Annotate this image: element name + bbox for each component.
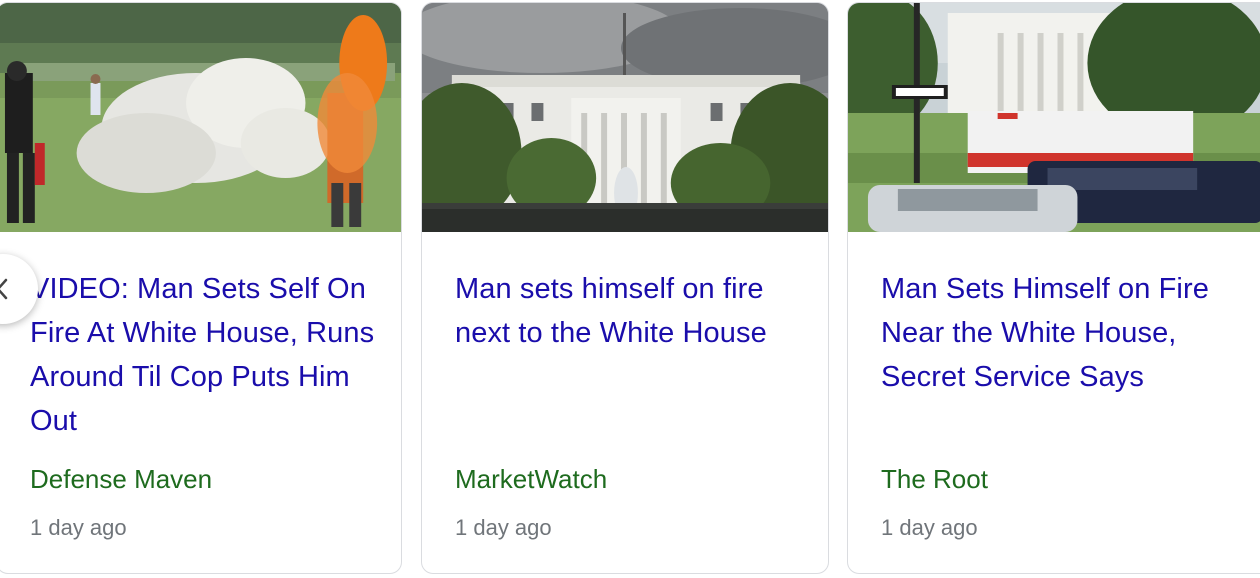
news-headline[interactable]: VIDEO: Man Sets Self On Fire At White Ho… xyxy=(30,267,379,443)
news-carousel: VIDEO: Man Sets Self On Fire At White Ho… xyxy=(0,0,1260,578)
news-card-1[interactable]: VIDEO: Man Sets Self On Fire At White Ho… xyxy=(0,2,402,574)
photo-man-on-fire-lawn-icon xyxy=(0,3,401,232)
photo-white-house-icon xyxy=(422,3,828,232)
news-headline[interactable]: Man Sets Himself on Fire Near the White … xyxy=(881,267,1223,399)
news-thumbnail-2[interactable] xyxy=(422,3,828,232)
chevron-left-icon xyxy=(0,278,8,300)
news-timestamp: 1 day ago xyxy=(30,515,127,540)
news-source: Defense Maven xyxy=(30,464,213,494)
news-headline[interactable]: Man sets himself on fire next to the Whi… xyxy=(455,267,808,355)
news-timestamp: 1 day ago xyxy=(455,515,552,540)
news-thumbnail-1[interactable] xyxy=(0,3,401,232)
news-thumbnail-3[interactable] xyxy=(848,3,1260,232)
photo-white-house-ambulance-icon xyxy=(848,3,1260,232)
news-card-3[interactable]: Man Sets Himself on Fire Near the White … xyxy=(847,2,1260,574)
news-card-2[interactable]: Man sets himself on fire next to the Whi… xyxy=(421,2,829,574)
news-timestamp: 1 day ago xyxy=(881,515,978,540)
news-source: The Root xyxy=(881,464,988,494)
news-source: MarketWatch xyxy=(455,464,608,494)
